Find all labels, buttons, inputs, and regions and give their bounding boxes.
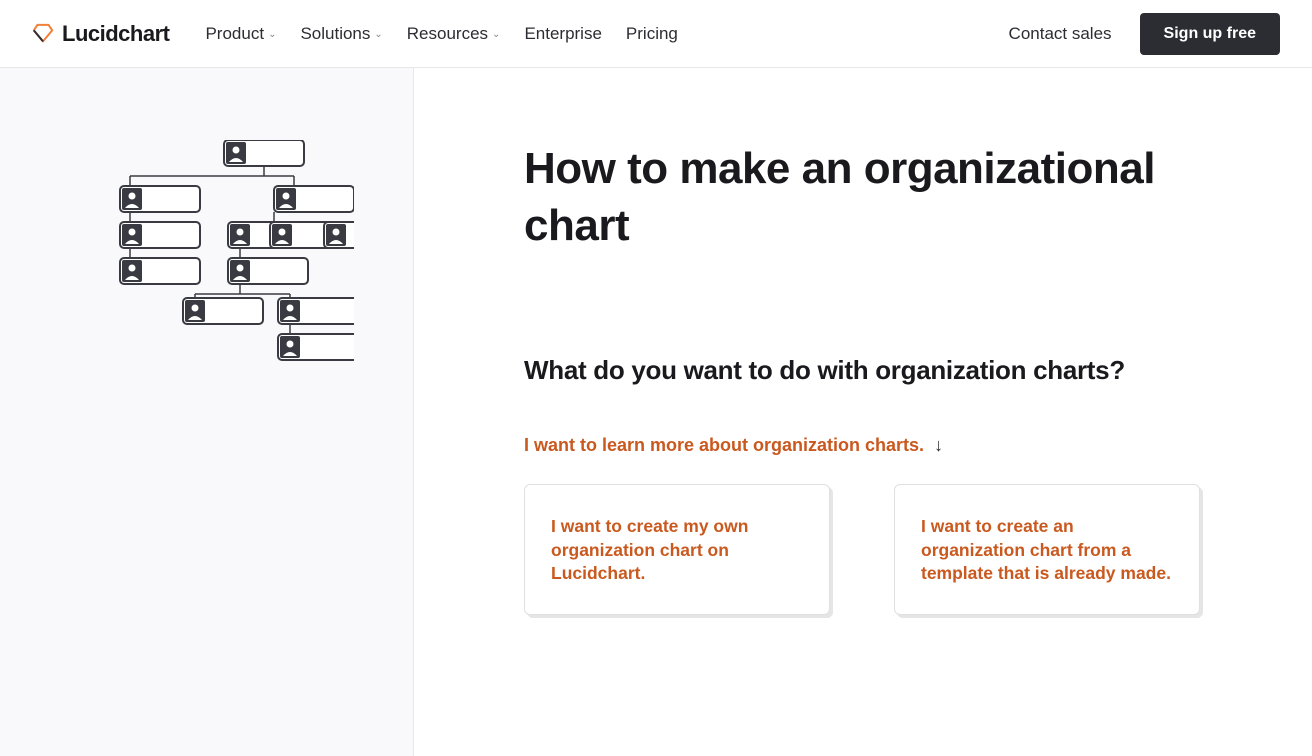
learn-more-link[interactable]: I want to learn more about organization … xyxy=(524,435,1202,456)
site-header: Lucidchart Product ⌄ Solutions ⌄ Resourc… xyxy=(0,0,1312,68)
nav-product[interactable]: Product ⌄ xyxy=(205,24,276,44)
nav-label: Resources xyxy=(407,24,488,44)
page-title: How to make an organizational chart xyxy=(524,140,1164,254)
card-text: I want to create an organization chart f… xyxy=(921,515,1173,586)
nav-label: Enterprise xyxy=(524,24,601,44)
main-area: How to make an organizational chart What… xyxy=(414,68,1312,756)
sidebar xyxy=(0,68,414,756)
chevron-down-icon: ⌄ xyxy=(492,29,500,40)
nav-solutions[interactable]: Solutions ⌄ xyxy=(300,24,382,44)
card-text: I want to create my own organization cha… xyxy=(551,515,803,586)
nav-enterprise[interactable]: Enterprise xyxy=(524,24,601,44)
option-cards: I want to create my own organization cha… xyxy=(524,484,1202,615)
card-from-template[interactable]: I want to create an organization chart f… xyxy=(894,484,1200,615)
main-nav: Product ⌄ Solutions ⌄ Resources ⌄ Enterp… xyxy=(205,24,1008,44)
nav-label: Pricing xyxy=(626,24,678,44)
lucidchart-logo-icon xyxy=(32,23,54,45)
org-chart-illustration xyxy=(60,140,354,370)
nav-label: Solutions xyxy=(300,24,370,44)
nav-pricing[interactable]: Pricing xyxy=(626,24,678,44)
learn-more-text: I want to learn more about organization … xyxy=(524,435,924,456)
header-actions: Contact sales Sign up free xyxy=(1009,13,1280,55)
nav-resources[interactable]: Resources ⌄ xyxy=(407,24,501,44)
brand-logo[interactable]: Lucidchart xyxy=(32,21,169,47)
brand-name: Lucidchart xyxy=(62,21,169,47)
nav-label: Product xyxy=(205,24,264,44)
chevron-down-icon: ⌄ xyxy=(374,29,382,40)
arrow-down-icon: ↓ xyxy=(934,435,943,456)
contact-sales-link[interactable]: Contact sales xyxy=(1009,24,1112,44)
page-content: How to make an organizational chart What… xyxy=(0,68,1312,756)
chevron-down-icon: ⌄ xyxy=(268,29,276,40)
card-create-own[interactable]: I want to create my own organization cha… xyxy=(524,484,830,615)
signup-button[interactable]: Sign up free xyxy=(1140,13,1280,55)
section-subtitle: What do you want to do with organization… xyxy=(524,354,1184,387)
